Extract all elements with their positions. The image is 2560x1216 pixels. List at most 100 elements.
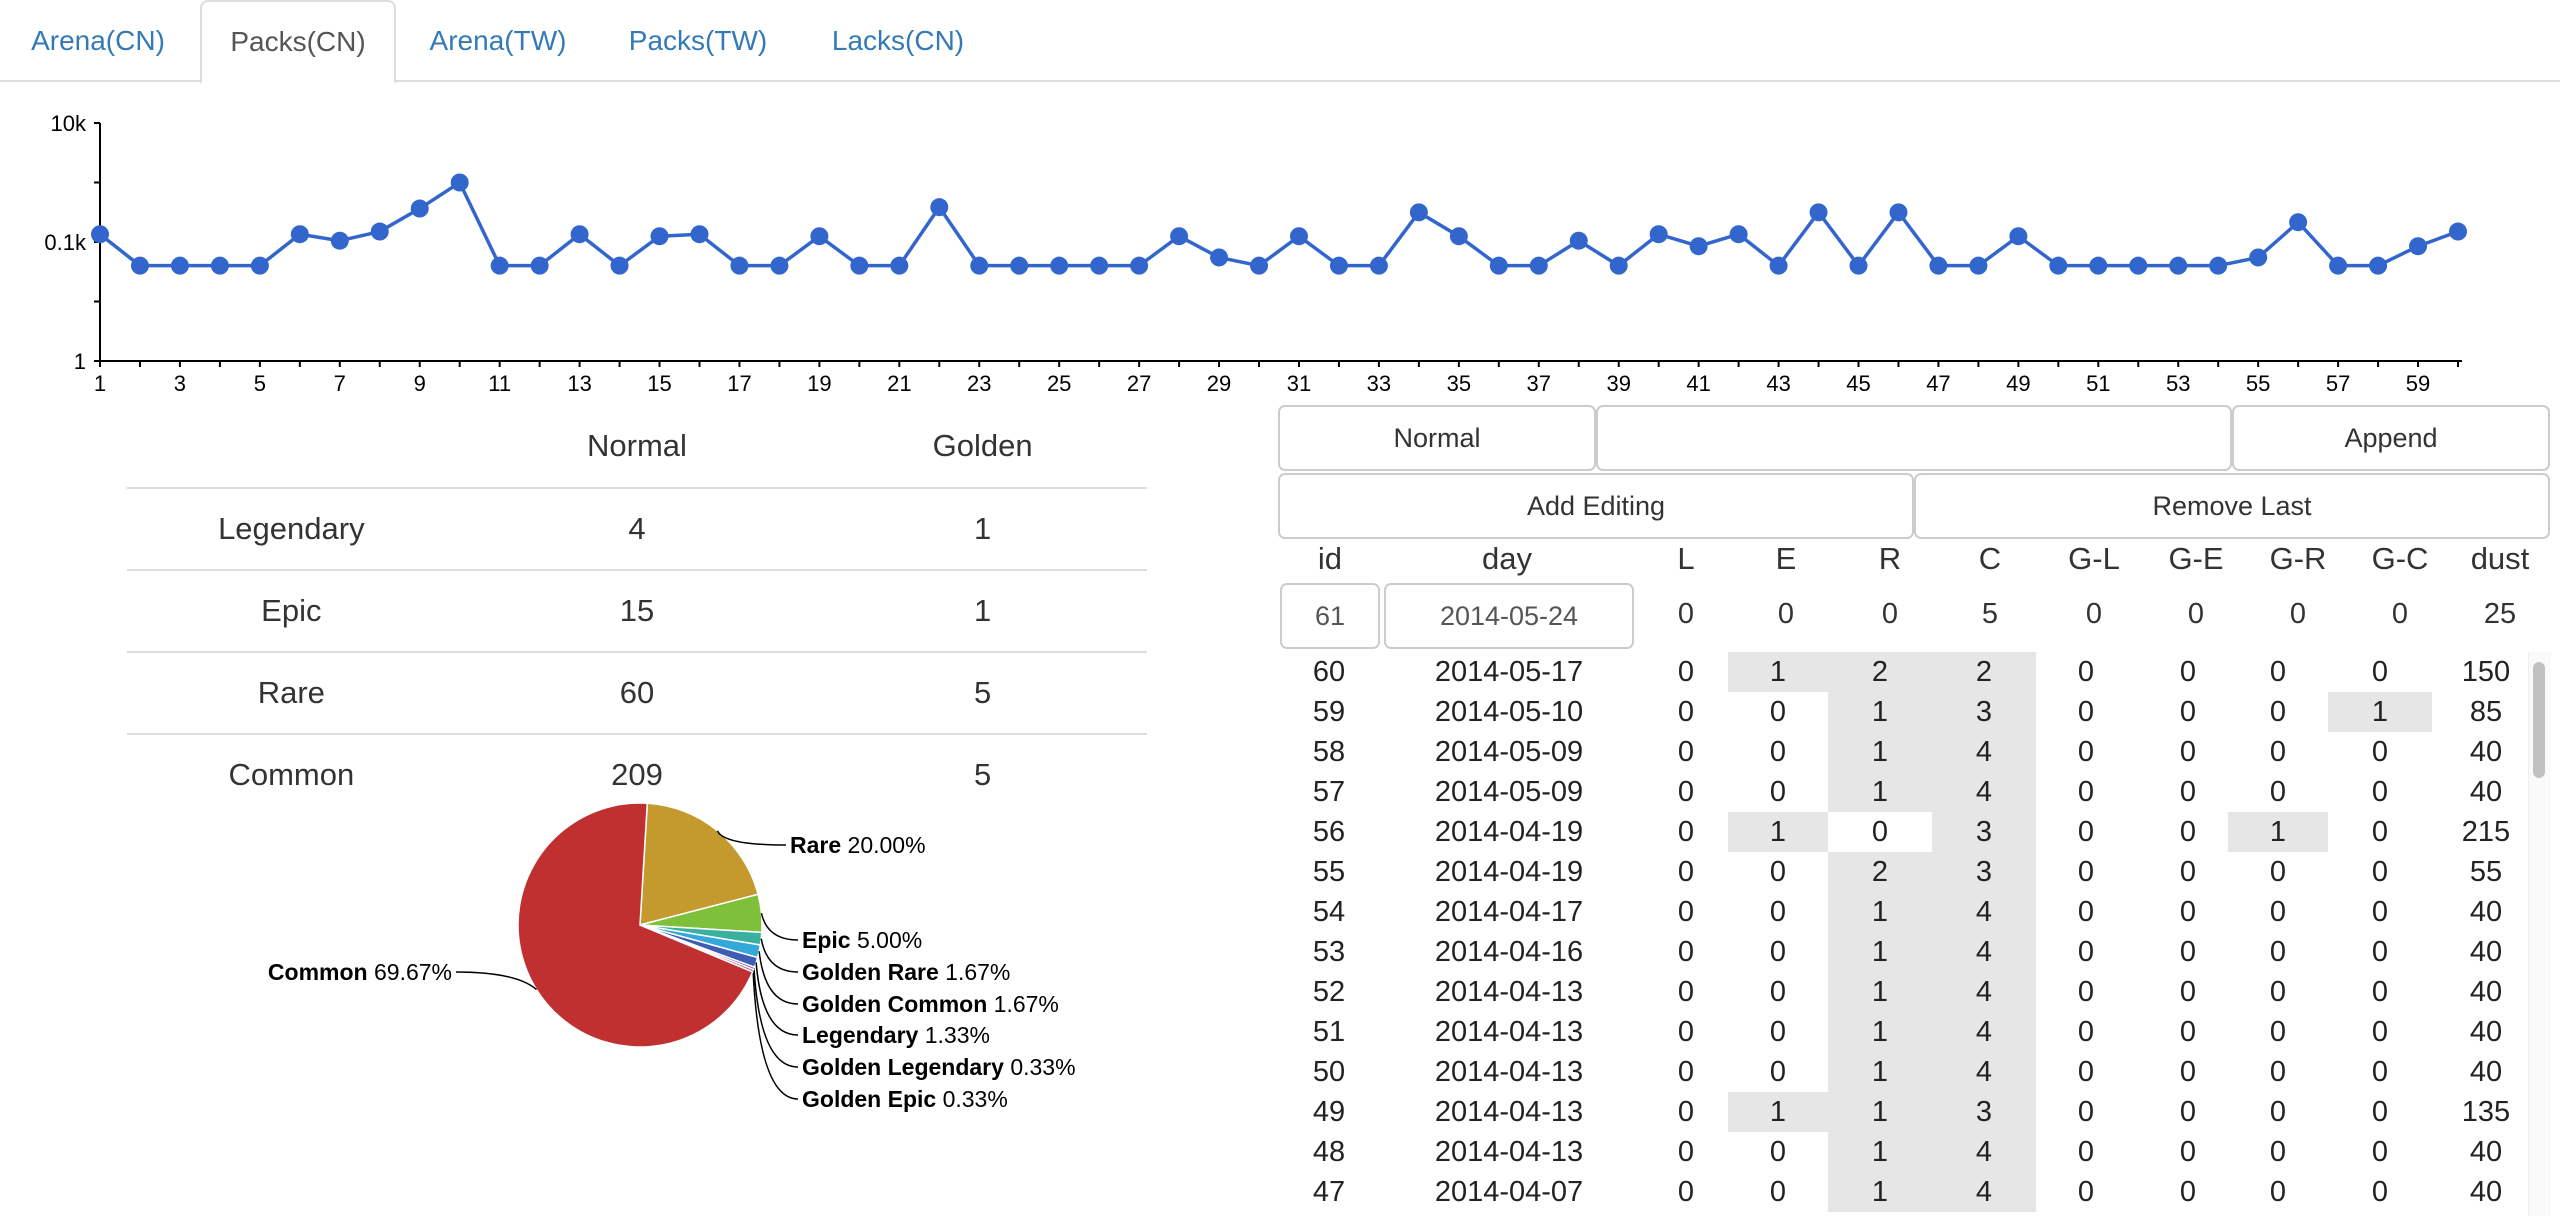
data-point[interactable] — [930, 198, 949, 217]
data-point[interactable] — [1569, 231, 1588, 250]
x-tick-label: 5 — [254, 371, 266, 396]
data-point[interactable] — [1369, 256, 1388, 275]
record-list-scrollbar[interactable] — [2528, 652, 2551, 1216]
scrollbar-thumb[interactable] — [2533, 662, 2545, 778]
record-row[interactable]: 53 2014-04-16 0 0 1 4 0 0 0 0 40 — [1272, 932, 2520, 972]
data-point[interactable] — [650, 227, 669, 246]
data-point[interactable] — [850, 256, 869, 275]
record-row[interactable]: 56 2014-04-19 0 1 0 3 0 0 1 0 215 — [1272, 812, 2520, 852]
data-point[interactable] — [770, 256, 789, 275]
data-point[interactable] — [1050, 256, 1069, 275]
data-point[interactable] — [2449, 222, 2467, 241]
data-point[interactable] — [1130, 256, 1149, 275]
x-tick-label: 21 — [887, 371, 911, 396]
data-point[interactable] — [1689, 237, 1708, 256]
data-point[interactable] — [2009, 227, 2028, 246]
data-point[interactable] — [250, 256, 269, 275]
data-point[interactable] — [1289, 227, 1308, 246]
data-point[interactable] — [1090, 256, 1109, 275]
packs-record-list[interactable]: 60 2014-05-17 0 1 2 2 0 0 0 0 150 59 2014-05-10 0 0 1 3 0… — [1272, 652, 2520, 1216]
record-row[interactable]: 47 2014-04-07 0 0 1 4 0 0 0 0 40 — [1272, 1172, 2520, 1212]
data-point[interactable] — [2209, 256, 2228, 275]
row-gl: 0 — [2077, 936, 2095, 968]
data-point[interactable] — [1729, 225, 1748, 244]
data-point[interactable] — [490, 256, 509, 275]
data-point[interactable] — [450, 173, 469, 192]
stats-normal: 60 — [455, 651, 819, 734]
data-point[interactable] — [1649, 225, 1668, 244]
record-row[interactable]: 50 2014-04-13 0 0 1 4 0 0 0 0 40 — [1272, 1052, 2520, 1092]
data-point[interactable] — [1889, 203, 1908, 222]
record-row[interactable]: 48 2014-04-13 0 0 1 4 0 0 0 0 40 — [1272, 1132, 2520, 1172]
add-editing-button[interactable]: Add Editing — [1278, 473, 1914, 539]
entry-text-input[interactable] — [1596, 405, 2232, 471]
data-point[interactable] — [1170, 227, 1189, 246]
new-day-input[interactable]: 2014-05-24 — [1384, 583, 1634, 649]
data-point[interactable] — [2049, 256, 2068, 275]
data-point[interactable] — [1969, 256, 1988, 275]
record-row[interactable]: 52 2014-04-13 0 0 1 4 0 0 0 0 40 — [1272, 972, 2520, 1012]
data-point[interactable] — [2329, 256, 2348, 275]
data-point[interactable] — [890, 256, 909, 275]
tab-lacks-cn[interactable]: Lacks(CN) — [800, 0, 996, 82]
data-point[interactable] — [610, 256, 629, 275]
record-row[interactable]: 57 2014-05-09 0 0 1 4 0 0 0 0 40 — [1272, 772, 2520, 812]
data-point[interactable] — [2169, 256, 2188, 275]
data-point[interactable] — [1210, 248, 1229, 267]
data-point[interactable] — [530, 256, 549, 275]
data-point[interactable] — [730, 256, 749, 275]
col-header-l: L — [1677, 541, 1695, 576]
data-point[interactable] — [130, 256, 149, 275]
data-point[interactable] — [1409, 203, 1428, 222]
data-point[interactable] — [1529, 256, 1548, 275]
data-point[interactable] — [1809, 203, 1828, 222]
row-gr: 1 — [2228, 812, 2328, 852]
data-point[interactable] — [1449, 227, 1468, 246]
data-point[interactable] — [290, 225, 309, 244]
data-point[interactable] — [1010, 256, 1029, 275]
tab-arena-tw[interactable]: Arena(TW) — [400, 0, 596, 82]
record-row[interactable]: 51 2014-04-13 0 0 1 4 0 0 0 0 40 — [1272, 1012, 2520, 1052]
data-point[interactable] — [2409, 237, 2428, 256]
data-point[interactable] — [1849, 256, 1868, 275]
data-point[interactable] — [690, 225, 709, 244]
stats-row-rare: Rare 60 5 — [127, 651, 1147, 734]
data-point[interactable] — [210, 256, 229, 275]
tab-packs-cn[interactable]: Packs(CN) — [200, 0, 396, 84]
data-point[interactable] — [330, 231, 349, 250]
row-ge: 0 — [2179, 856, 2197, 888]
tab-arena-cn[interactable]: Arena(CN) — [0, 0, 196, 82]
data-point[interactable] — [1929, 256, 1948, 275]
type-normal-button[interactable]: Normal — [1278, 405, 1596, 471]
data-point[interactable] — [410, 199, 429, 218]
data-point[interactable] — [810, 227, 829, 246]
data-point[interactable] — [170, 256, 189, 275]
remove-last-button[interactable]: Remove Last — [1914, 473, 2550, 539]
data-point[interactable] — [2289, 213, 2308, 232]
row-dust: 85 — [2469, 696, 2503, 728]
data-point[interactable] — [91, 225, 109, 244]
record-row[interactable]: 60 2014-05-17 0 1 2 2 0 0 0 0 150 — [1272, 652, 2520, 692]
data-point[interactable] — [2369, 256, 2388, 275]
data-point[interactable] — [370, 222, 389, 241]
data-point[interactable] — [570, 225, 589, 244]
tab-packs-tw[interactable]: Packs(TW) — [600, 0, 796, 82]
data-point[interactable] — [1489, 256, 1508, 275]
data-point[interactable] — [2249, 248, 2268, 267]
append-button[interactable]: Append — [2232, 405, 2550, 471]
data-point[interactable] — [1250, 256, 1269, 275]
data-point[interactable] — [2089, 256, 2108, 275]
record-row[interactable]: 58 2014-05-09 0 0 1 4 0 0 0 0 40 — [1272, 732, 2520, 772]
record-row[interactable]: 55 2014-04-19 0 0 2 3 0 0 0 0 55 — [1272, 852, 2520, 892]
pie-leader-line — [760, 938, 799, 973]
data-point[interactable] — [2129, 256, 2148, 275]
row-id: 52 — [1312, 976, 1346, 1008]
record-row[interactable]: 49 2014-04-13 0 1 1 3 0 0 0 0 135 — [1272, 1092, 2520, 1132]
record-row[interactable]: 54 2014-04-17 0 0 1 4 0 0 0 0 40 — [1272, 892, 2520, 932]
data-point[interactable] — [1769, 256, 1788, 275]
new-id-input[interactable]: 61 — [1280, 583, 1380, 649]
data-point[interactable] — [1609, 256, 1628, 275]
data-point[interactable] — [1329, 256, 1348, 275]
record-row[interactable]: 59 2014-05-10 0 0 1 3 0 0 0 1 85 — [1272, 692, 2520, 732]
data-point[interactable] — [970, 256, 989, 275]
